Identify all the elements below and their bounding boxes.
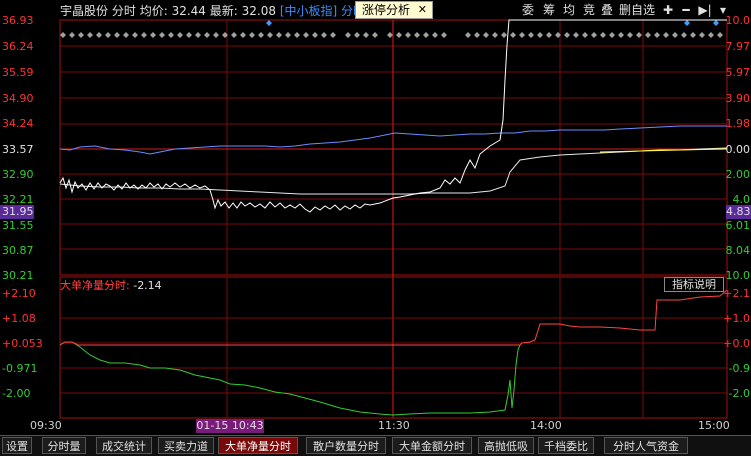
sub-right-label: -2.0 bbox=[728, 387, 750, 400]
tab-volume[interactable]: 分时量 bbox=[42, 437, 86, 454]
right-axis-label: 7.97 bbox=[725, 40, 751, 53]
indicator-value: -2.14 bbox=[133, 279, 162, 292]
left-axis-label: 30.87 bbox=[2, 244, 34, 257]
right-axis-label: 3.90 bbox=[725, 92, 751, 105]
tab-high-sell-low-buy[interactable]: 高抛低吸 bbox=[478, 437, 534, 454]
right-axis-label: 10.0 bbox=[725, 14, 751, 27]
left-axis-label: 33.57 bbox=[2, 143, 34, 156]
sub-left-label: -0.971 bbox=[2, 362, 38, 375]
sub-right-label: +1.0 bbox=[723, 312, 750, 325]
right-axis-label: 6.01 bbox=[725, 219, 751, 232]
blue-markers bbox=[266, 20, 719, 26]
tab-settings[interactable]: 设置 bbox=[2, 437, 32, 454]
sub-chart-title: 大单净量分时: -2.14 bbox=[60, 277, 162, 293]
left-axis-label: 36.24 bbox=[2, 40, 34, 53]
left-axis-label: 31.55 bbox=[2, 219, 34, 232]
indicator-explain-button[interactable]: 指标说明 bbox=[664, 277, 724, 292]
main-right-axis: 10.0 7.97 5.97 3.90 1.98 0.00 2.00 4.0 6… bbox=[725, 14, 751, 282]
crosshair-pct-right: 4.83 bbox=[726, 205, 751, 219]
time-label: 15:00 bbox=[698, 419, 730, 432]
tab-large-net-volume[interactable]: 大单净量分时 bbox=[218, 437, 298, 454]
right-axis-label: 2.00 bbox=[725, 168, 751, 181]
indicator-tab-bar: 设置 分时量 成交统计 买卖力道 大单净量分时 散户数量分时 大单金额分时 高抛… bbox=[0, 435, 751, 456]
left-axis-label: 34.90 bbox=[2, 92, 34, 105]
sub-right-label: +2.1 bbox=[723, 287, 750, 300]
right-axis-label: 5.97 bbox=[725, 66, 751, 79]
crosshair-price-left: 31.95 bbox=[0, 205, 34, 219]
tab-order-ratio[interactable]: 千档委比 bbox=[538, 437, 594, 454]
sub-right-label: +0.0 bbox=[723, 337, 750, 350]
left-axis-label: 32.90 bbox=[2, 168, 34, 181]
right-axis-label: 8.04 bbox=[725, 244, 751, 257]
sub-left-label: +0.053 bbox=[2, 337, 43, 350]
tab-trade-stats[interactable]: 成交统计 bbox=[96, 437, 152, 454]
sub-left-label: +2.10 bbox=[2, 287, 36, 300]
sub-left-axis: +2.10 +1.08 +0.053 -0.971 -2.00 bbox=[0, 287, 60, 417]
left-axis-label: 36.93 bbox=[2, 14, 34, 27]
left-axis-label: 34.24 bbox=[2, 117, 34, 130]
chart-canvas[interactable] bbox=[0, 0, 751, 435]
net-volume-line-green bbox=[59, 341, 521, 416]
left-axis-label: 30.21 bbox=[2, 269, 34, 282]
tab-retail-count[interactable]: 散户数量分时 bbox=[306, 437, 386, 454]
tab-large-amount[interactable]: 大单金额分时 bbox=[392, 437, 472, 454]
time-label: 14:00 bbox=[530, 419, 562, 432]
sub-left-label: -2.00 bbox=[2, 387, 31, 400]
right-axis-label: 10.0 bbox=[725, 269, 751, 282]
sub-right-label: -0.9 bbox=[728, 362, 750, 375]
right-axis-label: 1.98 bbox=[725, 117, 751, 130]
crosshair-time: 01-15 10:43 bbox=[196, 419, 264, 433]
event-markers bbox=[60, 32, 723, 38]
indicator-name: 大单净量分时: bbox=[60, 279, 130, 292]
sub-left-label: +1.08 bbox=[2, 312, 36, 325]
left-axis-label: 35.59 bbox=[2, 66, 34, 79]
tab-popularity-fund[interactable]: 分时人气资金 bbox=[604, 437, 688, 454]
right-axis-label: 0.00 bbox=[725, 143, 751, 156]
time-label: 11:30 bbox=[378, 419, 410, 432]
main-left-axis: 36.93 36.24 35.59 34.90 34.24 33.57 32.9… bbox=[0, 14, 60, 282]
sub-right-axis: +2.1 +1.0 +0.0 -0.9 -2.0 bbox=[723, 287, 751, 417]
tab-buy-sell-power[interactable]: 买卖力道 bbox=[158, 437, 214, 454]
time-label: 09:30 bbox=[30, 419, 62, 432]
